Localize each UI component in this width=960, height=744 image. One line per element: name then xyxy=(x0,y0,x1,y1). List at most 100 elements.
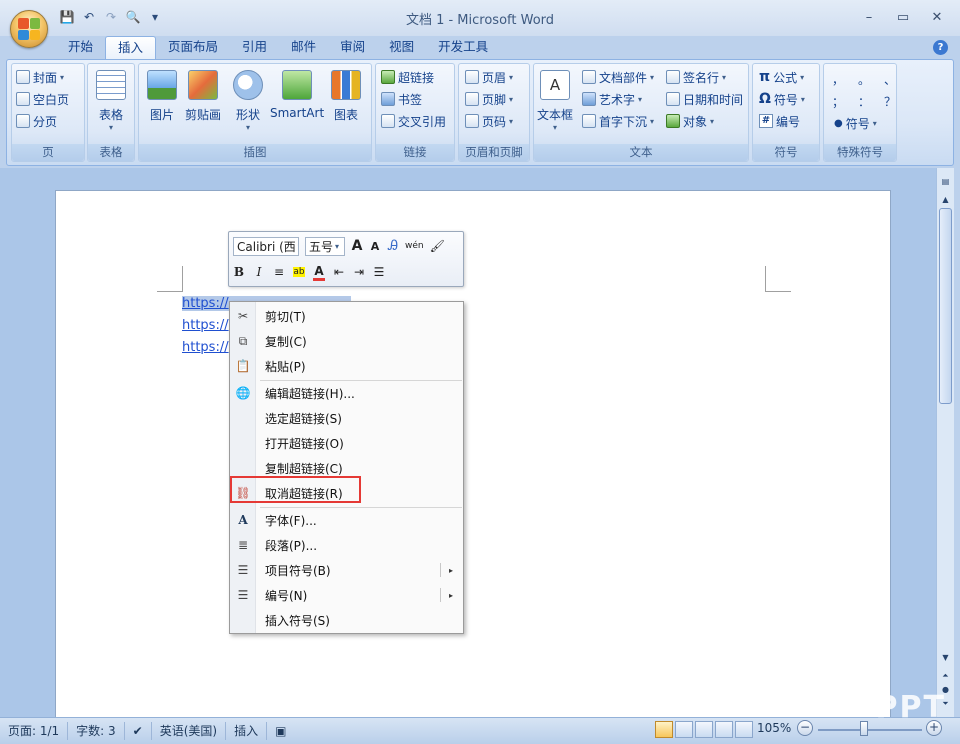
symbol-dunhao[interactable]: 、 xyxy=(884,71,896,88)
font-color-icon[interactable]: A xyxy=(313,264,325,281)
numbering-symbol-button[interactable]: # 编号 xyxy=(759,111,800,131)
menu-copy[interactable]: ⧉ 复制(C) xyxy=(230,329,463,353)
menu-cut[interactable]: ✂ 剪切(T) xyxy=(230,304,463,328)
text-style-icon[interactable]: Ꭿ xyxy=(387,238,399,254)
blank-page-button[interactable]: 空白页 xyxy=(16,89,69,109)
symbol-colon[interactable]: ： xyxy=(858,93,870,110)
bookmark-button[interactable]: 书签 xyxy=(381,89,422,109)
picture-icon xyxy=(147,70,177,100)
tab-developer[interactable]: 开发工具 xyxy=(426,36,500,60)
tab-view[interactable]: 视图 xyxy=(377,36,426,60)
zoom-slider[interactable] xyxy=(818,729,922,731)
word-count[interactable]: 字数: 3 xyxy=(68,722,125,740)
menu-numbering[interactable]: ☰ 编号(N) ▸ xyxy=(230,583,463,607)
drop-cap-button[interactable]: 首字下沉 ▾ xyxy=(582,111,654,131)
format-painter-icon[interactable]: 🖌 xyxy=(430,239,445,253)
tab-home[interactable]: 开始 xyxy=(56,36,105,60)
center-align-icon[interactable]: ≡ xyxy=(273,265,285,279)
tab-mailings[interactable]: 邮件 xyxy=(279,36,328,60)
cover-page-button[interactable]: 封面 ▾ xyxy=(16,67,64,87)
decrease-indent-icon[interactable]: ⇤ xyxy=(333,265,345,279)
font-name-combo[interactable]: Calibri (西▾ xyxy=(233,236,299,256)
tab-references[interactable]: 引用 xyxy=(230,36,279,60)
zoom-slider-thumb[interactable] xyxy=(860,721,868,736)
grow-font-icon[interactable]: A xyxy=(351,238,363,254)
page-break-icon xyxy=(16,114,30,128)
previous-page-icon[interactable]: ⏶ xyxy=(938,668,953,683)
quick-parts-button[interactable]: 文档部件 ▾ xyxy=(582,67,654,87)
zoom-out-button[interactable]: − xyxy=(797,720,813,736)
maximize-button[interactable]: ▭ xyxy=(886,6,920,28)
bold-icon[interactable]: B xyxy=(233,265,245,279)
chart-button[interactable]: 图表 xyxy=(331,70,361,123)
cross-reference-label: 交叉引用 xyxy=(398,114,447,129)
close-button[interactable]: ✕ xyxy=(920,6,954,28)
tab-review[interactable]: 审阅 xyxy=(328,36,377,60)
symbol-button[interactable]: Ω 符号 ▾ xyxy=(759,89,805,109)
help-icon[interactable]: ? xyxy=(933,40,948,55)
language-indicator[interactable]: 英语(美国) xyxy=(152,722,227,740)
zoom-level[interactable]: 105% xyxy=(757,721,791,735)
menu-insert-symbol[interactable]: 插入符号(S) xyxy=(230,608,463,632)
cross-reference-button[interactable]: 交叉引用 xyxy=(381,111,446,131)
web-layout-view-button[interactable] xyxy=(695,721,713,738)
office-button[interactable] xyxy=(10,10,48,48)
textbox-button[interactable]: A 文本框 ▾ xyxy=(537,70,573,132)
table-button[interactable]: 表格 ▾ xyxy=(96,70,126,132)
symbol-semicolon[interactable]: ； xyxy=(832,93,844,110)
hyperlink-line-2[interactable]: https:// xyxy=(182,318,229,333)
font-size-combo[interactable]: 五号 ▾ xyxy=(305,236,345,256)
highlight-color-icon[interactable]: ab xyxy=(293,267,305,277)
scrollbar-thumb[interactable] xyxy=(939,208,952,404)
hyperlink-button[interactable]: 超链接 xyxy=(381,67,434,87)
page-count[interactable]: 页面: 1/1 xyxy=(0,722,69,740)
page-break-button[interactable]: 分页 xyxy=(16,111,57,131)
menu-font[interactable]: A 字体(F)... xyxy=(230,508,463,532)
tab-page-layout[interactable]: 页面布局 xyxy=(156,36,230,60)
hyperlink-line-3[interactable]: https:// xyxy=(182,340,229,355)
object-button[interactable]: 对象 ▾ xyxy=(666,111,714,131)
print-layout-view-button[interactable] xyxy=(655,721,673,738)
bullets-icon[interactable]: ☰ xyxy=(373,265,385,279)
menu-paste[interactable]: 📋 粘贴(P) xyxy=(230,354,463,378)
page-number-button[interactable]: 页码 ▾ xyxy=(465,111,513,131)
ruler-toggle-icon[interactable]: ▤ xyxy=(938,174,953,189)
menu-paragraph[interactable]: ≣ 段落(P)... xyxy=(230,533,463,557)
shrink-font-icon[interactable]: A xyxy=(369,240,381,253)
minimize-button[interactable]: – xyxy=(852,6,886,28)
wordart-button[interactable]: 艺术字 ▾ xyxy=(582,89,642,109)
smartart-button[interactable]: SmartArt xyxy=(270,70,324,120)
footer-button[interactable]: 页脚 ▾ xyxy=(465,89,513,109)
menu-open-hyperlink[interactable]: 打开超链接(O) xyxy=(230,431,463,455)
outline-view-button[interactable] xyxy=(715,721,733,738)
italic-icon[interactable]: I xyxy=(253,265,265,279)
symbol-question[interactable]: ？ xyxy=(884,93,896,110)
proofing-icon[interactable]: ✔ xyxy=(125,722,152,740)
symbol-comma[interactable]: ， xyxy=(832,71,844,88)
menu-edit-hyperlink[interactable]: 🌐 编辑超链接(H)... xyxy=(230,381,463,405)
picture-button[interactable]: 图片 xyxy=(147,70,177,123)
signature-line-button[interactable]: 签名行 ▾ xyxy=(666,67,726,87)
insert-mode[interactable]: 插入 xyxy=(226,722,268,740)
full-screen-reading-view-button[interactable] xyxy=(675,721,693,738)
scroll-down-icon[interactable]: ▼ xyxy=(938,650,953,665)
draft-view-button[interactable] xyxy=(735,721,753,738)
tab-insert[interactable]: 插入 xyxy=(105,36,157,60)
clipart-button[interactable]: 剪贴画 xyxy=(185,70,221,123)
mini-toolbar: Calibri (西▾ 五号▾ A A Ꭿ wén 🖌 B I ≡ ab A ⇤… xyxy=(228,231,464,287)
phonetic-guide-icon[interactable]: wén xyxy=(405,241,424,251)
date-time-button[interactable]: 日期和时间 xyxy=(666,89,743,109)
shapes-button[interactable]: 形状 ▾ xyxy=(233,70,263,132)
special-symbols-row-2: ； ： ？ xyxy=(832,91,896,111)
increase-indent-icon[interactable]: ⇥ xyxy=(353,265,365,279)
vertical-scrollbar[interactable]: ▤ ▲ ▼ ⏶ ● ⏷ xyxy=(936,168,954,717)
header-label: 页眉 xyxy=(482,70,507,85)
scroll-up-icon[interactable]: ▲ xyxy=(938,192,953,207)
menu-bullets[interactable]: ☰ 项目符号(B) ▸ xyxy=(230,558,463,582)
menu-select-hyperlink[interactable]: 选定超链接(S) xyxy=(230,406,463,430)
macro-record-icon[interactable]: ▣ xyxy=(267,722,294,740)
equation-button[interactable]: π 公式 ▾ xyxy=(759,67,804,87)
special-symbol-button[interactable]: ● 符号 ▾ xyxy=(834,113,877,133)
header-button[interactable]: 页眉 ▾ xyxy=(465,67,513,87)
symbol-period[interactable]: 。 xyxy=(858,71,870,88)
